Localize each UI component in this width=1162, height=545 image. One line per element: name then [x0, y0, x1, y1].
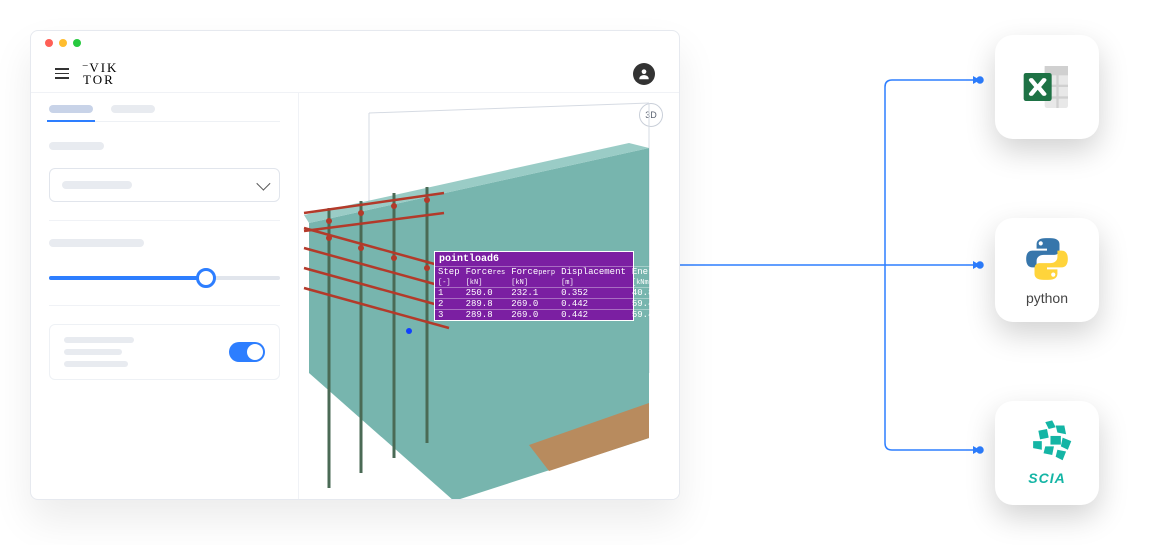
tooltip-title: pointload6 — [435, 254, 633, 266]
app-header: VIK TOR — [31, 55, 679, 93]
settings-card — [49, 324, 280, 380]
toggle-switch[interactable] — [229, 342, 265, 362]
sidebar-tab-2[interactable] — [111, 105, 155, 113]
dropdown-placeholder — [62, 181, 132, 189]
dropdown-field[interactable] — [49, 168, 280, 202]
slider-input[interactable] — [49, 269, 280, 287]
tooltip-table: Step[-] Forceres[kN] Forceperp[kN] Displ… — [435, 266, 667, 320]
integration-python[interactable]: python — [995, 218, 1099, 322]
brand-logo: VIK TOR — [83, 62, 118, 85]
table-row: 1 250.0 232.1 0.352 40.8 — [435, 288, 667, 299]
integration-scia[interactable]: SCIA — [995, 401, 1099, 505]
account-button[interactable] — [633, 63, 655, 85]
excel-icon — [1019, 59, 1075, 115]
app-window: VIK TOR — [30, 30, 680, 500]
viewport-3d[interactable]: 3D — [299, 93, 679, 499]
window-titlebar — [31, 31, 679, 55]
integration-excel[interactable] — [995, 35, 1099, 139]
user-icon — [637, 67, 651, 81]
table-row: 2 289.8 269.0 0.442 59.4 — [435, 299, 667, 310]
sidebar-tab-1[interactable] — [49, 105, 93, 113]
divider — [49, 220, 280, 221]
integration-label: python — [1026, 290, 1068, 306]
card-line-placeholder — [64, 337, 134, 343]
sidebar — [31, 93, 299, 499]
python-icon — [1022, 234, 1072, 284]
card-line-placeholder — [64, 361, 128, 367]
divider — [49, 305, 280, 306]
connector-lines — [680, 30, 1010, 500]
table-row: 3 289.8 269.0 0.442 59.4 — [435, 310, 667, 321]
data-tooltip: pointload6 Step[-] Forceres[kN] Forceper… — [434, 251, 634, 321]
chevron-down-icon — [256, 177, 270, 191]
slider-thumb[interactable] — [196, 268, 216, 288]
sidebar-tabs — [49, 105, 280, 122]
integrations-rail: python SCIA — [982, 35, 1112, 505]
maximize-window-button[interactable] — [73, 39, 81, 47]
integration-label: SCIA — [1028, 470, 1065, 486]
menu-button[interactable] — [55, 68, 69, 79]
slider-label-placeholder — [49, 239, 144, 247]
card-line-placeholder — [64, 349, 122, 355]
scia-icon — [1021, 420, 1073, 464]
close-window-button[interactable] — [45, 39, 53, 47]
minimize-window-button[interactable] — [59, 39, 67, 47]
field-label-placeholder — [49, 142, 104, 150]
